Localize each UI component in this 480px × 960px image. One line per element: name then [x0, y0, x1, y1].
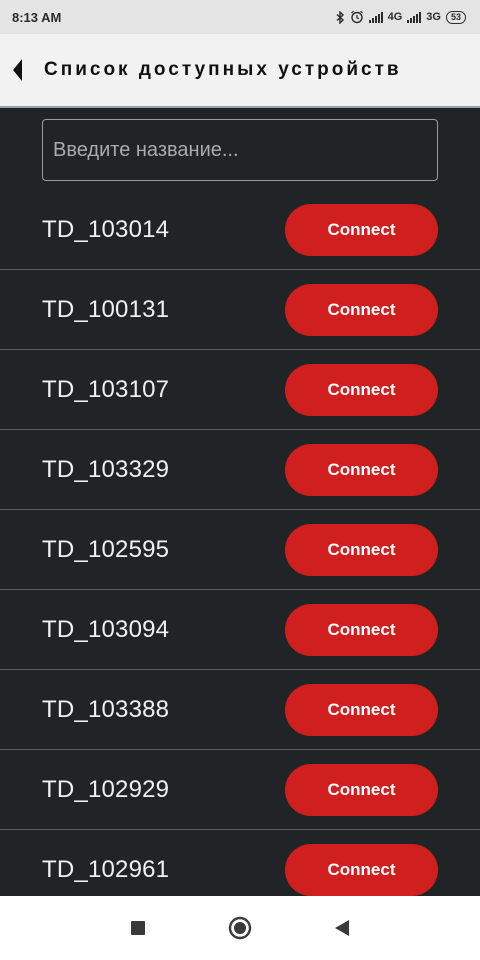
device-name: TD_103014 [42, 215, 170, 243]
connect-button[interactable]: Connect [285, 603, 438, 656]
list-item: TD_102929 Connect [0, 750, 480, 830]
connect-button[interactable]: Connect [285, 763, 438, 816]
connect-button[interactable]: Connect [285, 443, 438, 496]
bluetooth-icon [336, 10, 344, 24]
app-bar: Список доступных устройств [0, 34, 480, 108]
recents-square-icon [131, 921, 145, 935]
connect-button[interactable]: Connect [285, 203, 438, 256]
device-name: TD_100131 [42, 295, 170, 323]
search-input[interactable] [42, 119, 438, 181]
status-bar: 8:13 AM 4G 3G 53 [0, 0, 480, 34]
list-item: TD_102595 Connect [0, 510, 480, 590]
connect-button[interactable]: Connect [285, 283, 438, 336]
device-name: TD_103329 [42, 455, 170, 483]
device-list: TD_103014 Connect TD_100131 Connect TD_1… [0, 190, 480, 896]
system-nav-bar [0, 896, 480, 960]
device-name: TD_102929 [42, 775, 170, 803]
network-type-2: 3G [426, 11, 441, 23]
back-button[interactable] [0, 33, 36, 107]
battery-icon: 53 [445, 10, 466, 24]
home-circle-icon [228, 916, 252, 940]
back-triangle-icon [335, 920, 349, 936]
home-button[interactable] [228, 916, 252, 940]
connect-button[interactable]: Connect [285, 683, 438, 736]
device-name: TD_103094 [42, 615, 170, 643]
connect-button[interactable]: Connect [285, 523, 438, 576]
list-item: TD_103107 Connect [0, 350, 480, 430]
device-name: TD_103107 [42, 375, 170, 403]
nav-back-button[interactable] [330, 916, 354, 940]
signal-icon [368, 11, 383, 23]
connect-button[interactable]: Connect [285, 843, 438, 896]
device-name: TD_102595 [42, 535, 170, 563]
list-item: TD_103388 Connect [0, 670, 480, 750]
device-name: TD_103388 [42, 695, 170, 723]
status-icons: 4G 3G 53 [336, 10, 466, 24]
back-arrow-icon [13, 59, 22, 81]
signal-icon-2 [407, 11, 422, 23]
recents-button[interactable] [126, 916, 150, 940]
device-list-screen: TD_103014 Connect TD_100131 Connect TD_1… [0, 110, 480, 896]
connect-button[interactable]: Connect [285, 363, 438, 416]
status-time: 8:13 AM [12, 9, 62, 25]
list-item: TD_100131 Connect [0, 270, 480, 350]
alarm-icon [350, 10, 363, 24]
list-item: TD_103094 Connect [0, 590, 480, 670]
network-type-1: 4G [387, 11, 403, 23]
list-item: TD_102961 Connect [0, 830, 480, 896]
list-item: TD_103014 Connect [0, 190, 480, 270]
device-name: TD_102961 [42, 855, 170, 883]
battery-level: 53 [450, 12, 461, 22]
list-item: TD_103329 Connect [0, 430, 480, 510]
page-title: Список доступных устройств [44, 59, 402, 80]
